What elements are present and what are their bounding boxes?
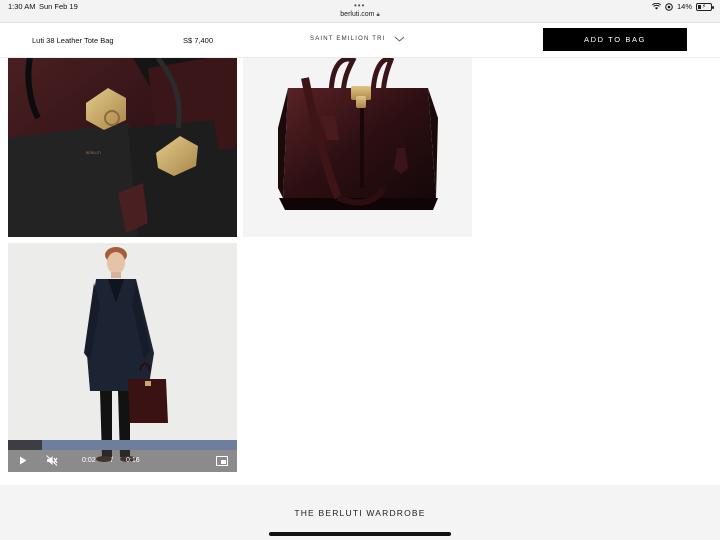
video-progress-bar[interactable] — [8, 440, 237, 450]
url-text: berluti.com — [340, 11, 375, 18]
product-price: S$ 7,400 — [183, 36, 214, 45]
mute-icon[interactable] — [46, 455, 58, 466]
video-current-time: 0:02 — [82, 457, 96, 464]
product-image-front[interactable] — [243, 58, 472, 237]
sticky-product-bar: Luti 38 Leather Tote Bag S$ 7,400 SAINT … — [0, 23, 720, 58]
home-indicator[interactable] — [269, 532, 451, 536]
address-bar[interactable]: berluti.com 🔒︎ — [0, 11, 720, 19]
product-image-interior[interactable]: BERLUTI — [8, 58, 237, 237]
wifi-icon — [651, 3, 661, 10]
battery-percent: 14% — [676, 2, 692, 11]
status-date: Sun Feb 19 — [39, 2, 78, 11]
video-controls: 0:02 / 0:16 — [8, 450, 237, 472]
play-icon[interactable] — [19, 456, 27, 465]
color-selector-label[interactable]: SAINT EMILION TRI — [310, 36, 386, 42]
location-icon — [665, 2, 673, 11]
product-video[interactable]: 0:02 / 0:16 — [8, 243, 237, 472]
video-progress-played — [8, 440, 43, 450]
chevron-down-icon[interactable] — [394, 35, 405, 43]
product-name: Luti 38 Leather Tote Bag — [32, 36, 114, 45]
video-time-separator: / — [111, 457, 113, 464]
lock-icon: 🔒︎ — [376, 12, 380, 18]
video-duration: 0:16 — [126, 457, 140, 464]
svg-text:BERLUTI: BERLUTI — [86, 151, 101, 155]
section-title: THE BERLUTI WARDROBE — [294, 508, 426, 518]
status-bar: 1:30 AM Sun Feb 19 ••• berluti.com 🔒︎ 14%… — [0, 0, 720, 23]
add-to-bag-button[interactable]: ADD TO BAG — [543, 28, 687, 51]
status-time: 1:30 AM — [8, 2, 36, 11]
picture-in-picture-icon[interactable] — [216, 456, 228, 466]
battery-icon: ⚡︎ — [696, 2, 714, 11]
multitasking-dots-icon[interactable]: ••• — [354, 1, 365, 10]
status-icons: 14% ⚡︎ — [651, 2, 714, 11]
